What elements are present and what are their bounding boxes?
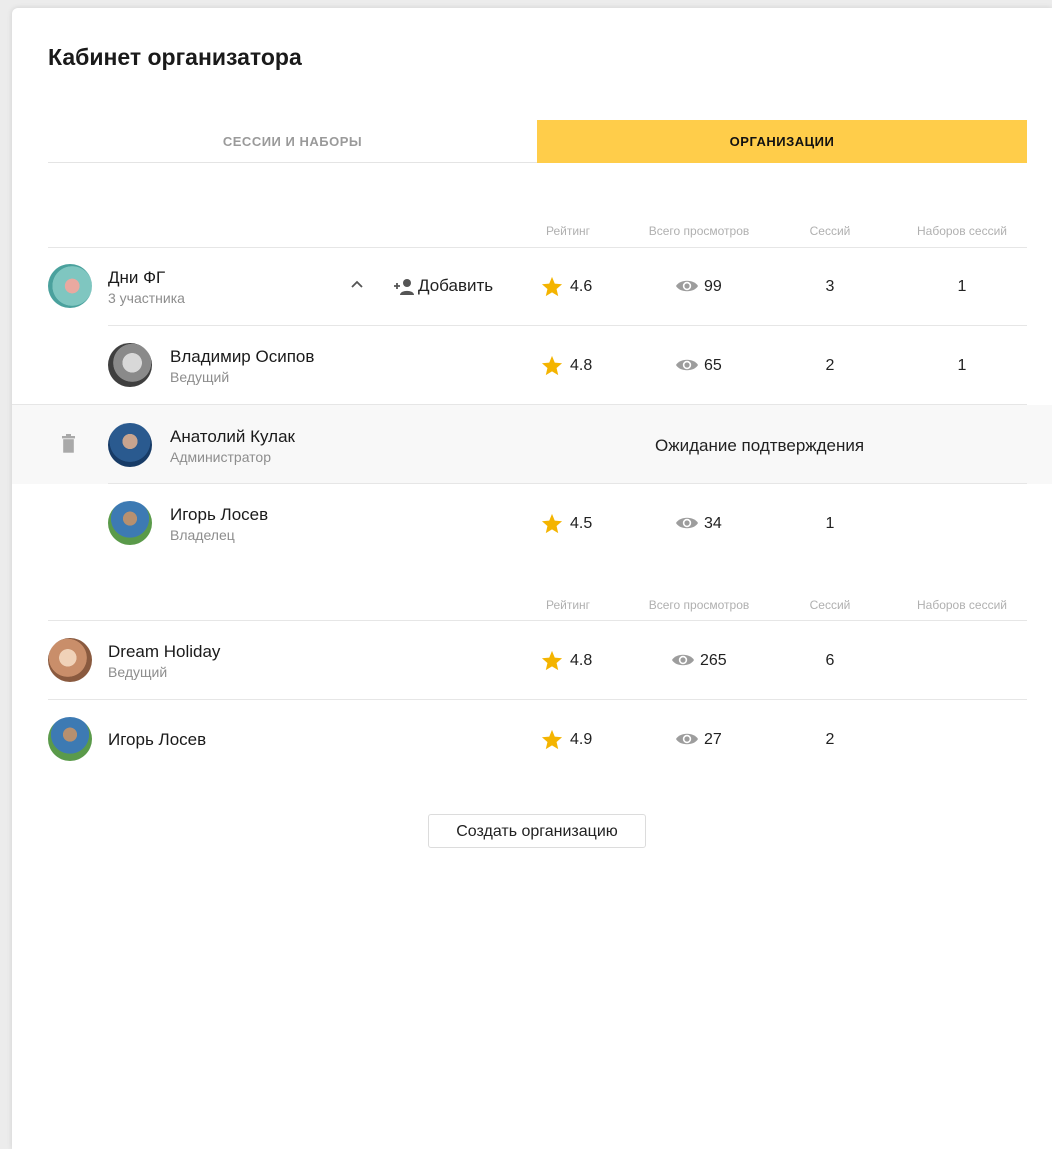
views-value: 265 xyxy=(700,652,727,669)
org-member-count: 3 участника xyxy=(108,290,185,306)
page-title: Кабинет организатора xyxy=(48,44,302,70)
trash-icon[interactable] xyxy=(61,434,76,453)
tabs-bar: СЕССИИ И НАБОРЫ ОРГАНИЗАЦИИ xyxy=(48,120,1027,163)
views-value: 27 xyxy=(704,731,722,748)
pending-member-row xyxy=(12,405,1052,484)
header-sessions: Сессий xyxy=(809,224,851,238)
star-icon xyxy=(541,276,563,297)
eye-icon xyxy=(676,517,698,529)
header-sessions: Сессий xyxy=(809,598,851,612)
chevron-up-icon[interactable] xyxy=(349,278,365,290)
member-name[interactable]: Владимир Осипов xyxy=(170,347,314,367)
eye-icon xyxy=(672,654,694,666)
rating-value: 4.8 xyxy=(570,357,593,374)
rating-value: 4.8 xyxy=(570,652,593,669)
member-name[interactable]: Анатолий Кулак xyxy=(170,427,295,447)
member-role: Администратор xyxy=(170,449,272,465)
org-role: Ведущий xyxy=(108,664,168,680)
org-name[interactable]: Игорь Лосев xyxy=(108,730,206,750)
create-organization-button[interactable]: Создать организацию xyxy=(428,814,646,848)
rating-value: 4.9 xyxy=(570,731,593,748)
star-icon xyxy=(541,729,563,750)
sessions-value: 1 xyxy=(825,515,835,532)
eye-icon xyxy=(676,733,698,745)
star-icon xyxy=(541,513,563,534)
org-name[interactable]: Dream Holiday xyxy=(108,642,220,662)
divider xyxy=(48,699,1027,700)
member-avatar xyxy=(108,343,152,387)
divider xyxy=(12,404,1027,405)
sets-value: 1 xyxy=(957,357,967,374)
sets-value: 1 xyxy=(957,278,967,295)
member-name[interactable]: Игорь Лосев xyxy=(170,505,268,525)
views-value: 99 xyxy=(704,278,722,295)
org-avatar-dni-fg xyxy=(48,264,92,308)
org-name[interactable]: Дни ФГ xyxy=(108,268,165,288)
star-icon xyxy=(541,650,563,671)
pending-status: Ожидание подтверждения xyxy=(655,436,865,455)
sessions-value: 2 xyxy=(825,357,835,374)
sessions-value: 6 xyxy=(825,652,835,669)
divider xyxy=(108,325,1027,326)
views-value: 65 xyxy=(704,357,722,374)
rating-value: 4.6 xyxy=(570,278,593,295)
header-sets: Наборов сессий xyxy=(916,224,1008,238)
header-rating: Рейтинг xyxy=(545,224,591,238)
sessions-value: 2 xyxy=(825,731,835,748)
member-role: Ведущий xyxy=(170,369,230,385)
views-value: 34 xyxy=(704,515,722,532)
divider xyxy=(108,483,1027,484)
eye-icon xyxy=(676,359,698,371)
add-member-label: Добавить xyxy=(418,276,494,295)
member-avatar xyxy=(108,423,152,467)
tab-sessions[interactable]: СЕССИИ И НАБОРЫ xyxy=(48,120,537,163)
star-icon xyxy=(541,355,563,376)
header-sets: Наборов сессий xyxy=(916,598,1008,612)
member-role: Владелец xyxy=(170,527,235,543)
header-views: Всего просмотров xyxy=(648,598,750,612)
header-views: Всего просмотров xyxy=(648,224,750,238)
eye-icon xyxy=(676,280,698,292)
add-person-icon xyxy=(394,279,414,295)
org-avatar-igor-losev xyxy=(48,717,92,761)
rating-value: 4.5 xyxy=(570,515,593,532)
member-avatar xyxy=(108,501,152,545)
header-rating: Рейтинг xyxy=(545,598,591,612)
tab-organizations[interactable]: ОРГАНИЗАЦИИ xyxy=(537,120,1027,163)
org-avatar-dream-holiday xyxy=(48,638,92,682)
sessions-value: 3 xyxy=(825,278,835,295)
divider xyxy=(48,247,1027,248)
divider xyxy=(48,620,1027,621)
organizer-cabinet-card xyxy=(12,8,1052,1149)
